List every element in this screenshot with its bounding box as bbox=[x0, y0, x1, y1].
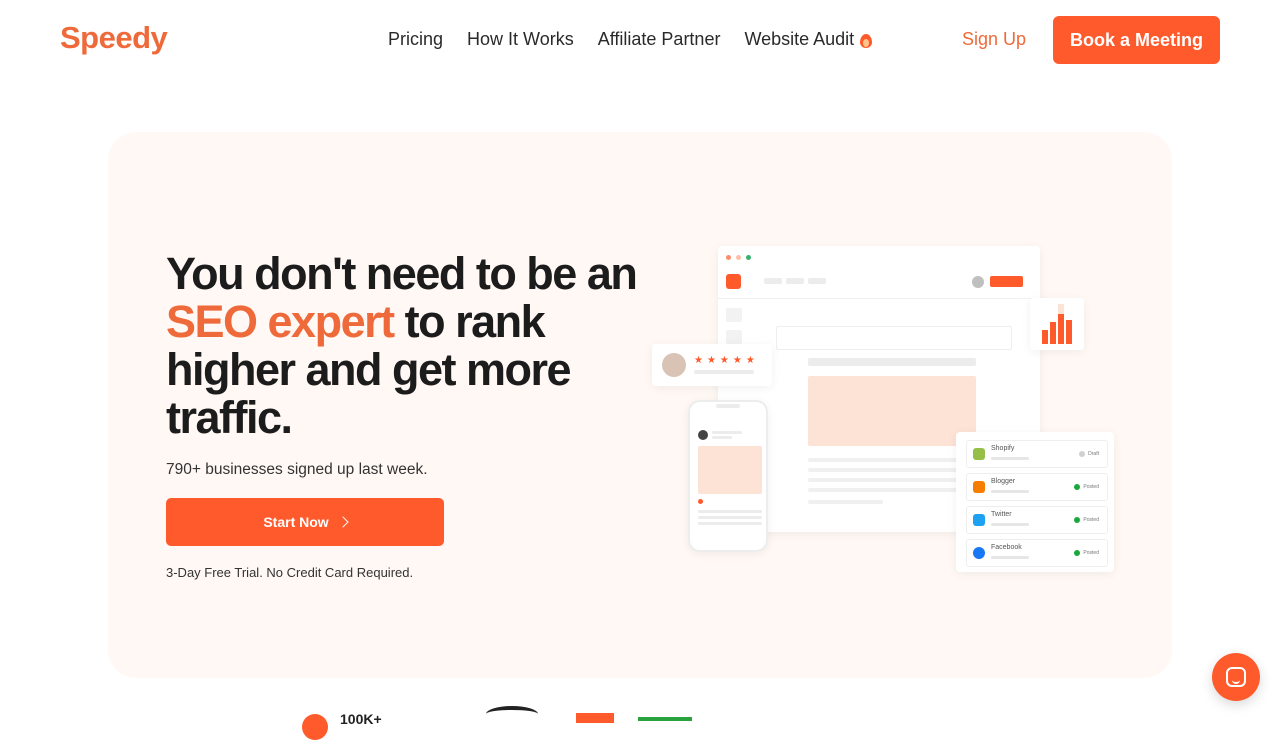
review-badge-icon bbox=[576, 713, 614, 723]
nav-link-website-audit[interactable]: Website Audit bbox=[744, 29, 873, 50]
platform-status-label: Posted bbox=[1083, 517, 1099, 523]
speedy-logo[interactable]: Speedy bbox=[60, 20, 168, 56]
platform-status-label: Draft bbox=[1088, 451, 1099, 457]
platform-name: Blogger bbox=[991, 478, 1016, 485]
chat-icon bbox=[1226, 667, 1246, 687]
start-now-button[interactable]: Start Now bbox=[166, 498, 444, 546]
platform-row-twitter: Twitter Posted bbox=[966, 506, 1108, 534]
window-dot-icon bbox=[746, 255, 751, 260]
platform-status-label: Posted bbox=[1083, 550, 1099, 556]
facebook-icon bbox=[973, 547, 985, 559]
platform-name: Twitter bbox=[991, 511, 1012, 518]
platform-status-label: Posted bbox=[1083, 484, 1099, 490]
platform-status: Posted bbox=[1074, 484, 1099, 490]
review-card: ★★★★★ bbox=[652, 344, 772, 386]
free-trial-note: 3-Day Free Trial. No Credit Card Require… bbox=[166, 565, 414, 580]
nav-links: Pricing How It Works Affiliate Partner W… bbox=[388, 29, 873, 50]
start-now-label: Start Now bbox=[263, 514, 329, 530]
draft-icon bbox=[1079, 451, 1086, 457]
phone-mockup bbox=[688, 400, 768, 552]
platform-name: Facebook bbox=[991, 544, 1022, 551]
platform-name: Shopify bbox=[991, 445, 1015, 452]
sign-up-link[interactable]: Sign Up bbox=[962, 29, 1026, 50]
platform-row-blogger: Blogger Posted bbox=[966, 473, 1108, 501]
platform-status: Posted bbox=[1074, 550, 1099, 556]
dashboard-illustration: ★★★★★ Shopify Draft Blogger Posted Twitt bbox=[650, 240, 1120, 580]
window-dot-icon bbox=[736, 255, 741, 260]
check-circle-icon bbox=[1074, 484, 1081, 490]
platform-row-facebook: Facebook Posted bbox=[966, 539, 1108, 567]
signup-count-text: 790+ businesses signed up last week. bbox=[166, 461, 428, 478]
trustpilot-badge-icon bbox=[638, 717, 692, 721]
nav-link-website-audit-label: Website Audit bbox=[744, 29, 855, 49]
heart-icon bbox=[698, 499, 703, 504]
trust-logos-row: 100K+ bbox=[0, 700, 1280, 740]
image-placeholder bbox=[808, 376, 976, 446]
twitter-icon bbox=[973, 514, 985, 526]
platform-status: Posted bbox=[1074, 517, 1099, 523]
stat-count: 100K+ bbox=[340, 711, 382, 727]
book-a-meeting-button[interactable]: Book a Meeting bbox=[1053, 16, 1220, 64]
top-navigation: Speedy Pricing How It Works Affiliate Pa… bbox=[0, 0, 1280, 80]
platform-row-shopify: Shopify Draft bbox=[966, 440, 1108, 468]
nav-link-affiliate-partner[interactable]: Affiliate Partner bbox=[598, 29, 721, 50]
avatar-icon bbox=[972, 276, 984, 288]
phone-avatar-icon bbox=[698, 430, 708, 440]
blogger-icon bbox=[973, 481, 985, 493]
fire-icon bbox=[860, 32, 873, 48]
nav-link-pricing[interactable]: Pricing bbox=[388, 29, 443, 50]
reviewer-avatar bbox=[662, 353, 686, 377]
bar-chart-card bbox=[1030, 298, 1084, 350]
hero-headline: You don't need to be an SEO expert to ra… bbox=[166, 250, 646, 442]
chat-widget-button[interactable] bbox=[1212, 653, 1260, 701]
header-button-mockup bbox=[990, 276, 1023, 287]
headline-text-1: You don't need to be an bbox=[166, 248, 638, 299]
app-logo-icon bbox=[726, 274, 741, 289]
nav-link-how-it-works[interactable]: How It Works bbox=[467, 29, 574, 50]
window-dot-icon bbox=[726, 255, 731, 260]
g2-logo-icon bbox=[486, 706, 538, 722]
check-circle-icon bbox=[1074, 517, 1081, 523]
shopify-icon bbox=[973, 448, 985, 460]
check-circle-icon bbox=[1074, 550, 1081, 556]
chevron-right-icon bbox=[337, 516, 349, 528]
stat-circle-icon bbox=[302, 714, 328, 740]
platform-status: Draft bbox=[1079, 451, 1099, 457]
headline-accent-text: SEO expert bbox=[166, 296, 395, 347]
publishing-platforms-card: Shopify Draft Blogger Posted Twitter Pos… bbox=[956, 432, 1114, 572]
rating-stars-icon: ★★★★★ bbox=[694, 355, 759, 366]
